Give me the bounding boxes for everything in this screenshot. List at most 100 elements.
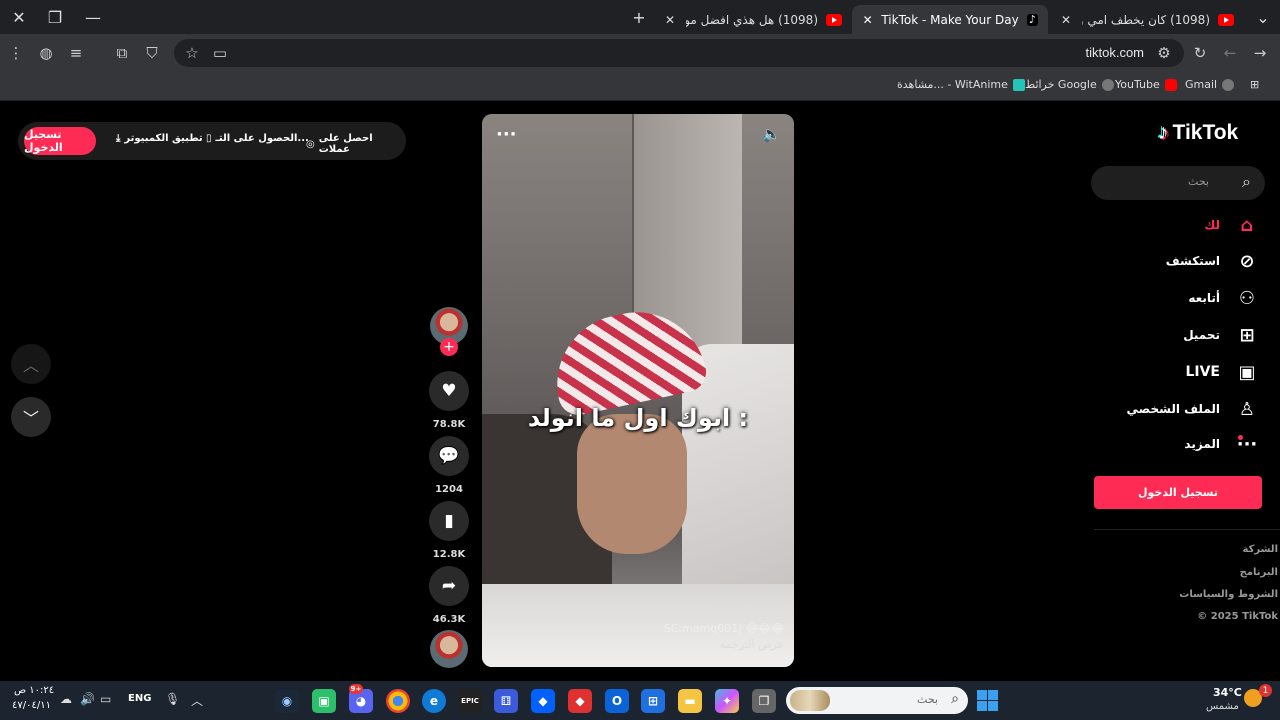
bookmark-icon[interactable]: ▮	[429, 501, 469, 541]
outlook-icon[interactable]: O	[605, 689, 629, 713]
sidebar-item-more[interactable]: المزيد ···	[1184, 431, 1258, 457]
bookmark-witanime[interactable]: مشاهدة... - WitAnime	[897, 78, 1025, 91]
translate-link[interactable]: عرض الترجمة	[720, 638, 784, 651]
video-author[interactable]: diab19940	[713, 600, 784, 614]
cloud-icon[interactable]: ☁	[60, 692, 72, 706]
bookmark-gmail[interactable]: Gmail	[1185, 78, 1235, 91]
network-icon[interactable]: ▭	[100, 692, 111, 706]
chrome-icon[interactable]	[386, 689, 410, 713]
heart-icon[interactable]: ♥	[429, 371, 469, 411]
windows-start-icon[interactable]	[977, 690, 998, 711]
tray-overflow-chevron-icon[interactable]: ︿	[191, 692, 203, 709]
share-icon[interactable]: ➦	[429, 566, 469, 606]
witanime-icon	[1012, 78, 1025, 91]
footer-terms[interactable]: الشروط والسياسات	[1179, 589, 1278, 600]
volume-icon[interactable]: 🔊	[80, 692, 95, 706]
sidebar-item-live[interactable]: LIVE ▣	[1185, 359, 1258, 385]
bookmark-google-maps[interactable]: خرائط Google	[1025, 78, 1114, 91]
tiktok-logo[interactable]: ♪ TikTok	[1158, 121, 1238, 145]
get-coins-link[interactable]: ◎ احصل على عملات	[306, 133, 406, 155]
task-view-icon[interactable]: ❐	[752, 689, 776, 713]
music-avatar[interactable]	[430, 630, 468, 668]
omnibox[interactable]: ☆ ▭ tiktok.com ⚙	[174, 39, 1184, 67]
bookmark-star-icon[interactable]: ☆	[180, 42, 204, 64]
app-red-icon[interactable]: ◆	[568, 689, 592, 713]
site-settings-icon[interactable]: ⚙	[1152, 42, 1176, 64]
minimize-window-icon[interactable]: —	[74, 0, 112, 34]
tab-search-chevron-icon[interactable]: ⌄	[1244, 0, 1280, 34]
bookmarks-bar: ⊞ Gmail YouTube خرائط Google مشاهدة... -…	[0, 72, 1280, 101]
youtube-icon	[1164, 78, 1177, 91]
microphone-icon[interactable]: 🎙	[165, 692, 180, 706]
close-tab-icon[interactable]: ✕	[1058, 13, 1074, 27]
store-icon[interactable]: ⊞	[641, 689, 665, 713]
weather-description[interactable]: مشمس	[1206, 701, 1239, 712]
close-window-icon[interactable]: ✕	[0, 0, 38, 34]
sidebar-item-for-you[interactable]: لك ⌂	[1204, 212, 1258, 238]
more-options-icon[interactable]: ···	[496, 124, 517, 145]
desktop-app-link[interactable]: ⤓ تطبيق الكمبيوتر	[116, 133, 203, 144]
tab-youtube-1[interactable]: ✕ (1098) كان يخطف امي ولكن...	[1048, 5, 1244, 34]
reading-list-icon[interactable]: ≡	[64, 42, 88, 64]
reload-icon[interactable]: ↻	[1188, 42, 1212, 64]
forward-icon[interactable]: →	[1248, 42, 1272, 64]
sidebar-item-label: أتابعه	[1188, 291, 1220, 305]
login-button[interactable]: تسجيل الدخول	[24, 127, 96, 155]
app-green-icon[interactable]: ▣	[312, 689, 336, 713]
menu-icon[interactable]: ⋮	[4, 42, 28, 64]
tab-youtube-2[interactable]: ✕ (1098) هل هذي افضل مواهب بالـ	[652, 5, 852, 34]
previous-video-button[interactable]: ︿	[11, 344, 51, 384]
footer-program[interactable]: البرنامج	[1240, 567, 1278, 578]
video-description: SC:mamq001| 😂😂😂	[663, 622, 784, 635]
tab-title: (1098) كان يخطف امي ولكن...	[1082, 12, 1210, 27]
close-tab-icon[interactable]: ✕	[662, 13, 678, 27]
search-icon[interactable]: ⌕	[1242, 172, 1251, 192]
share-action[interactable]: ➦ 46.3K	[429, 566, 469, 625]
epic-games-icon[interactable]: EPIC	[458, 689, 482, 713]
file-explorer-icon[interactable]: ▬	[678, 689, 702, 713]
app-blue-icon[interactable]: ⚅	[494, 689, 518, 713]
clock-time[interactable]: ١٠:٢٤ ص	[14, 685, 54, 696]
volume-icon[interactable]: 🔈	[762, 125, 781, 143]
follow-plus-icon[interactable]: +	[440, 338, 458, 356]
tab-tiktok[interactable]: ✕ TikTok - Make Your Day ♪	[852, 5, 1048, 34]
close-tab-icon[interactable]: ✕	[862, 13, 873, 27]
get-app-link[interactable]: ▯ الحصول على التـ...	[206, 133, 309, 144]
comment-action[interactable]: 💬 1204	[429, 436, 469, 495]
dropbox-icon[interactable]: ◆	[531, 689, 555, 713]
like-action[interactable]: ♥ 78.8K	[429, 371, 469, 430]
language-indicator[interactable]: ENG	[128, 693, 151, 704]
clock-date[interactable]: ٤٧/٠٤/١١	[12, 700, 51, 711]
restore-window-icon[interactable]: ❐	[36, 0, 74, 34]
sidebar-item-profile[interactable]: الملف الشخصي ♙	[1127, 396, 1258, 422]
copilot-icon[interactable]: ✦	[715, 689, 739, 713]
next-video-button[interactable]: ﹀	[11, 397, 51, 437]
video-player[interactable]: ابوك اول ما انولد : ··· 🔈 diab19940 SC:m…	[482, 114, 794, 667]
sidebar-item-upload[interactable]: تحميل ⊞	[1183, 322, 1258, 348]
taskbar-search-input[interactable]: بحث ⌕	[786, 687, 968, 714]
edge-icon[interactable]: e	[422, 689, 446, 713]
weather-temperature[interactable]: 34°C	[1213, 686, 1242, 699]
url-text[interactable]: tiktok.com	[1085, 45, 1144, 60]
back-icon[interactable]: ←	[1218, 42, 1242, 64]
shield-icon[interactable]: ⛉	[140, 42, 164, 64]
sidebar-item-explore[interactable]: استكشف ⊘	[1166, 248, 1258, 274]
extensions-icon[interactable]: ⧉	[110, 42, 134, 64]
bookmark-youtube[interactable]: YouTube	[1115, 78, 1177, 91]
comment-icon[interactable]: 💬	[429, 436, 469, 476]
save-action[interactable]: ▮ 12.8K	[429, 501, 469, 560]
sidebar-login-button[interactable]: تسجيل الدخول	[1094, 476, 1262, 509]
search-input[interactable]: بحث ⌕	[1091, 166, 1265, 200]
apps-grid-icon[interactable]: ⊞	[1250, 78, 1259, 91]
steam-icon[interactable]: ◉	[275, 689, 299, 713]
youtube-icon	[826, 13, 842, 26]
live-icon: ▣	[1238, 361, 1256, 383]
youtube-icon	[1218, 13, 1234, 26]
home-icon: ⌂	[1240, 214, 1254, 236]
desktop-app-label: تطبيق الكمبيوتر	[124, 133, 203, 144]
cast-icon[interactable]: ▭	[208, 42, 232, 64]
sidebar-item-following[interactable]: أتابعه ⚇	[1188, 285, 1258, 311]
like-count: 78.8K	[432, 419, 466, 430]
profile-avatar-icon[interactable]: ◍	[34, 42, 58, 64]
footer-company[interactable]: الشركة	[1243, 544, 1278, 555]
